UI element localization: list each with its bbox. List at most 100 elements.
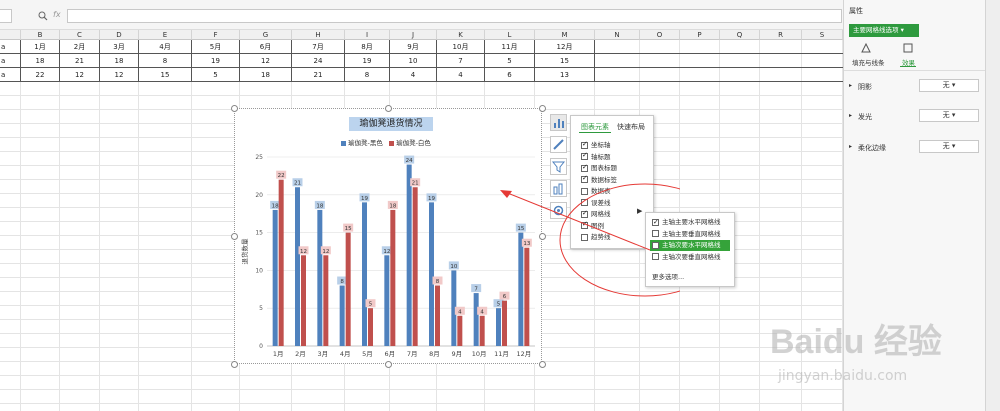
fill-line-icon[interactable] [859,42,873,54]
column-header-j[interactable]: J [390,30,437,40]
column-header-b[interactable]: B [21,30,60,40]
column-header-h[interactable]: H [292,30,345,40]
table-cell[interactable]: 13 [535,68,595,82]
table-cell[interactable]: 11月 [485,40,535,54]
table-cell[interactable]: 10 [390,54,437,68]
row-label[interactable]: a [0,54,21,68]
effect-icon[interactable] [902,42,916,54]
column-header-o[interactable]: O [640,30,680,40]
select-all-corner[interactable] [0,30,21,40]
row-label[interactable]: a [0,68,21,82]
column-header-k[interactable]: K [437,30,485,40]
divider [844,70,985,71]
chart-element-option[interactable]: 图表标题 [581,162,617,172]
table-cell[interactable]: 12 [240,54,292,68]
watermark-brand: Baidu 经验 [770,323,942,361]
table-cell[interactable]: 8 [139,54,192,68]
data-label: 12 [322,249,329,255]
column-header-s[interactable]: S [802,30,843,40]
table-cell[interactable]: 9月 [390,40,437,54]
resize-handle[interactable] [539,105,546,112]
chart-style-button[interactable] [550,136,567,153]
column-header-g[interactable]: G [240,30,292,40]
table-cell[interactable]: 2月 [60,40,100,54]
chart-filter-button[interactable] [550,158,567,175]
resize-handle[interactable] [231,105,238,112]
column-header-r[interactable]: R [760,30,802,40]
table-cell[interactable]: 12 [100,68,139,82]
table-cell[interactable]: 19 [345,54,390,68]
column-header-e[interactable]: E [139,30,192,40]
table-cell[interactable]: 18 [21,54,60,68]
bar-white [368,308,373,346]
table-cell[interactable]: 7 [437,54,485,68]
fx-icon[interactable]: fx [53,10,61,19]
column-header-l[interactable]: L [485,30,535,40]
column-header-d[interactable]: D [100,30,139,40]
chart-elements-button[interactable] [550,114,567,131]
table-cell[interactable]: 18 [100,54,139,68]
effect-dropdown[interactable]: 无 ▾ [919,109,979,122]
resize-handle[interactable] [231,361,238,368]
data-label: 7 [474,287,478,293]
formula-input[interactable] [67,9,842,23]
zoom-icon[interactable] [38,11,48,21]
chart-element-option[interactable]: 坐标轴 [581,139,611,149]
bar-white [345,232,351,346]
effect-row-label: 阴影 [858,83,872,91]
column-header-i[interactable]: I [345,30,390,40]
column-header-c[interactable]: C [60,30,100,40]
resize-handle[interactable] [539,361,546,368]
table-cell[interactable]: 8月 [345,40,390,54]
table-cell[interactable]: 5 [192,68,240,82]
data-label: 18 [316,203,323,209]
name-box[interactable] [0,9,12,23]
checkbox[interactable] [581,151,588,160]
expand-arrow-icon[interactable]: ▸ [849,82,852,89]
table-cell[interactable]: 6月 [240,40,292,54]
resize-handle[interactable] [385,105,392,112]
table-cell[interactable]: 24 [292,54,345,68]
column-header-f[interactable]: F [192,30,240,40]
table-cell[interactable]: 5 [485,54,535,68]
table-cell[interactable]: 21 [60,54,100,68]
table-cell[interactable]: 10月 [437,40,485,54]
checkbox[interactable] [581,140,588,149]
column-header-p[interactable]: P [680,30,720,40]
table-cell[interactable]: 19 [192,54,240,68]
table-cell[interactable]: 15 [139,68,192,82]
table-cell[interactable]: 6 [485,68,535,82]
tab-quick-layout[interactable]: 快速布局 [617,122,645,132]
tab-fill-line[interactable]: 填充与线条 [852,57,885,67]
expand-arrow-icon[interactable]: ▸ [849,112,852,119]
table-cell[interactable]: 4月 [139,40,192,54]
resize-handle[interactable] [231,233,238,240]
table-cell[interactable]: 21 [292,68,345,82]
gridline-options-dropdown[interactable]: 主要网格线选项 ▾ [849,24,919,37]
effect-dropdown[interactable]: 无 ▾ [919,79,979,92]
table-cell[interactable]: 3月 [100,40,139,54]
column-header-q[interactable]: Q [720,30,760,40]
table-cell[interactable]: 8 [345,68,390,82]
resize-handle[interactable] [385,361,392,368]
table-cell[interactable]: 15 [535,54,595,68]
table-cell[interactable]: 4 [437,68,485,82]
table-cell[interactable]: 18 [240,68,292,82]
table-cell[interactable]: 12月 [535,40,595,54]
watermark-url: jingyan.baidu.com [778,368,908,384]
data-label: 12 [300,249,307,255]
chart-element-option[interactable]: 轴标题 [581,151,611,161]
checkbox[interactable] [581,163,588,172]
expand-arrow-icon[interactable]: ▸ [849,143,852,150]
tab-chart-elements[interactable]: 图表元素 [581,122,609,132]
column-header-n[interactable]: N [595,30,640,40]
table-cell[interactable]: 12 [60,68,100,82]
table-cell[interactable]: 22 [21,68,60,82]
table-cell[interactable]: 1月 [21,40,60,54]
table-cell[interactable]: 5月 [192,40,240,54]
row-label[interactable]: a [0,40,21,54]
table-cell[interactable]: 4 [390,68,437,82]
table-cell[interactable]: 7月 [292,40,345,54]
effect-dropdown[interactable]: 无 ▾ [919,140,979,153]
column-header-m[interactable]: M [535,30,595,40]
